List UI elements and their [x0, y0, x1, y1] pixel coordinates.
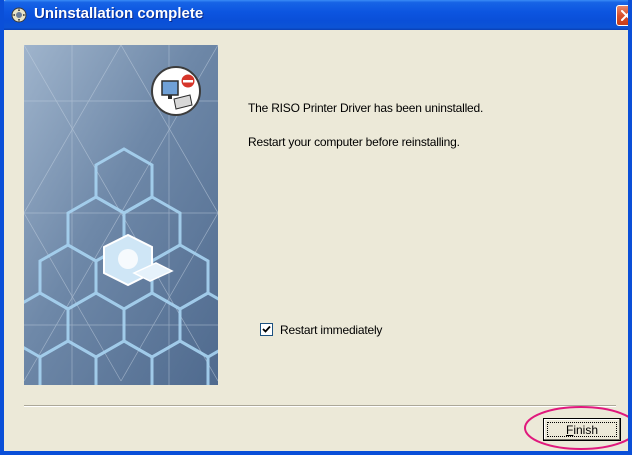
side-graphic-panel — [24, 45, 218, 385]
restart-advice-message: Restart your computer before reinstallin… — [248, 135, 460, 149]
checkmark-icon — [262, 325, 271, 333]
window-title: Uninstallation complete — [34, 5, 204, 22]
title-bar[interactable]: Uninstallation complete — [4, 0, 628, 30]
close-button[interactable] — [616, 5, 628, 26]
uninstall-computer-icon — [151, 66, 201, 116]
setup-icon — [10, 6, 28, 24]
hexagon-pattern-image — [24, 45, 218, 385]
restart-immediately-label[interactable]: Restart immediately — [280, 323, 382, 337]
highlight-circle — [524, 406, 628, 450]
dialog-window: Uninstallation complete The RISO Printer… — [0, 0, 632, 455]
uninstall-complete-message: The RISO Printer Driver has been uninsta… — [248, 101, 484, 115]
restart-immediately-checkbox[interactable] — [260, 323, 273, 336]
close-icon — [621, 10, 628, 21]
